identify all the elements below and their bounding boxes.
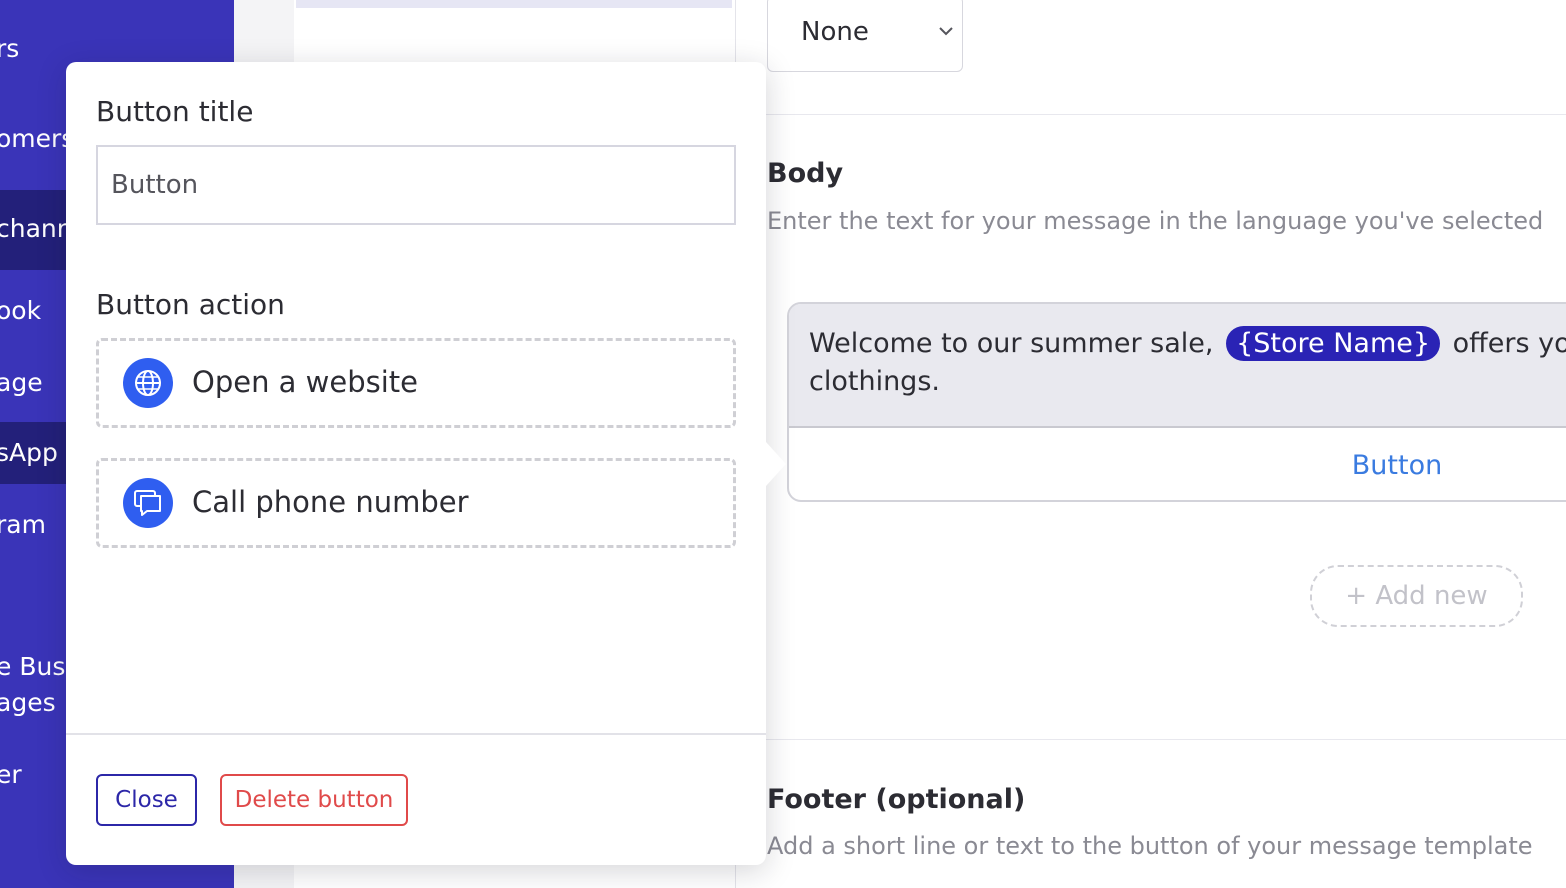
action-open-website[interactable]: Open a website xyxy=(96,338,736,428)
sidebar-item-label: rs xyxy=(0,34,20,63)
chevron-down-icon xyxy=(939,27,953,36)
modal-footer-divider xyxy=(66,733,766,735)
body-subtitle: Enter the text for your message in the l… xyxy=(767,207,1544,235)
chat-icon xyxy=(123,478,173,528)
sidebar-item-label: e Bus xyxy=(0,652,66,681)
message-body-line: Welcome to our summer sale, {Store Name}… xyxy=(809,326,1566,361)
sidebar-item-label: er xyxy=(0,760,22,789)
button-title-label: Button title xyxy=(96,95,254,128)
delete-button[interactable]: Delete button xyxy=(220,774,408,826)
button-title-input[interactable] xyxy=(96,145,736,225)
section-divider xyxy=(736,114,1566,115)
message-body-line-2: clothings. xyxy=(809,366,940,397)
action-label: Open a website xyxy=(192,365,419,399)
globe-icon xyxy=(123,358,173,408)
footer-subtitle: Add a short line or text to the button o… xyxy=(767,832,1533,860)
sidebar-item-label: ook xyxy=(0,296,42,325)
message-preview: Welcome to our summer sale, {Store Name}… xyxy=(787,302,1566,502)
action-label: Call phone number xyxy=(192,485,469,519)
popover-pointer xyxy=(766,442,786,486)
body-title: Body xyxy=(767,158,844,189)
sidebar-item-label: age xyxy=(0,368,43,397)
action-call-phone[interactable]: Call phone number xyxy=(96,458,736,548)
selected-list-item[interactable] xyxy=(296,0,732,8)
sidebar-item-label: ram xyxy=(0,510,46,539)
message-body-preview[interactable]: Welcome to our summer sale, {Store Name}… xyxy=(789,304,1566,428)
header-type-value: None xyxy=(801,17,869,47)
sidebar-item-label: omers xyxy=(0,124,75,153)
add-new-button[interactable]: + Add new xyxy=(1310,565,1523,627)
button-editor-popover: Button title Button action Open a websit… xyxy=(66,62,786,865)
variable-chip[interactable]: {Store Name} xyxy=(1226,326,1441,361)
sidebar-item-label: sApp xyxy=(0,438,58,467)
footer-title: Footer (optional) xyxy=(767,784,1026,815)
body-text-before: Welcome to our summer sale, xyxy=(809,328,1214,359)
body-text-after: offers you wide xyxy=(1452,328,1566,359)
preview-button[interactable]: Button xyxy=(789,450,1566,481)
sidebar-item-label: ages xyxy=(0,688,56,717)
button-action-label: Button action xyxy=(96,288,285,321)
header-type-select[interactable]: None xyxy=(767,0,963,72)
section-divider xyxy=(736,739,1566,740)
close-button[interactable]: Close xyxy=(96,774,197,826)
